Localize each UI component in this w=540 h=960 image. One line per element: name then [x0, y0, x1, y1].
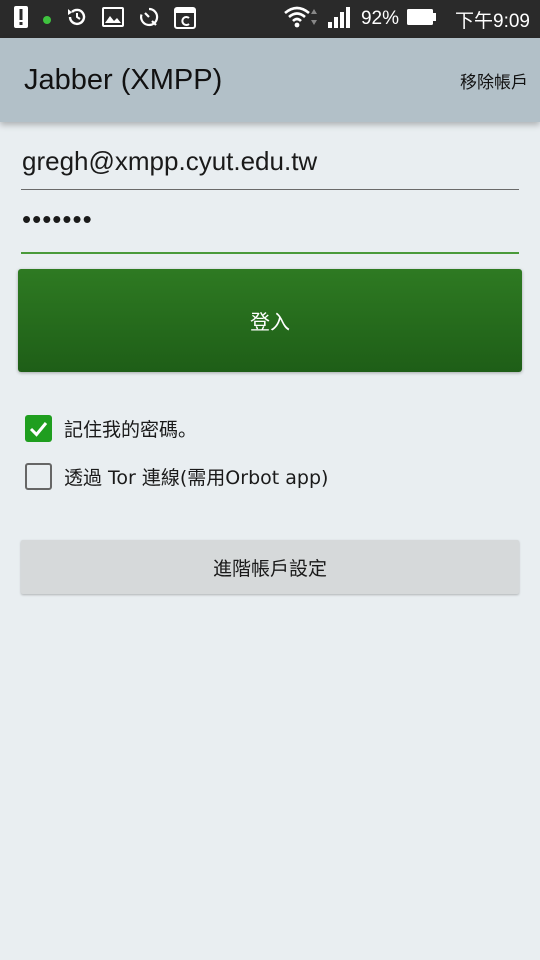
password-underline: [21, 252, 519, 254]
alert-icon: [14, 5, 28, 33]
tor-connection-label: 透過 Tor 連線(需用Orbot app): [64, 467, 329, 489]
page-title: Jabber (XMPP): [24, 63, 223, 96]
login-button[interactable]: 登入: [18, 269, 522, 372]
username-underline: [21, 189, 519, 190]
battery-percent: 92%: [360, 8, 400, 29]
advanced-account-settings-button[interactable]: 進階帳戶設定: [21, 540, 519, 594]
wifi-icon: [283, 5, 319, 33]
username-value: gregh@xmpp.cyut.edu.tw: [22, 146, 318, 176]
signal-icon: [327, 5, 353, 33]
remember-password-row[interactable]: 記住我的密碼。: [25, 415, 197, 442]
notification-dot-icon: [42, 10, 52, 29]
status-bar: 92% 下午9:09: [0, 0, 540, 38]
remove-account-button[interactable]: 移除帳戶: [460, 68, 528, 93]
tor-connection-checkbox[interactable]: [25, 463, 52, 490]
timer-icon: [138, 6, 160, 32]
tor-connection-row[interactable]: 透過 Tor 連線(需用Orbot app): [25, 463, 328, 490]
calendar-icon: [174, 5, 196, 33]
sync-icon: [66, 6, 88, 32]
app-bar: Jabber (XMPP) 移除帳戶: [0, 38, 540, 122]
clock: 下午9:09: [455, 10, 530, 32]
image-icon: [102, 7, 124, 31]
battery-icon: [407, 8, 437, 30]
password-field[interactable]: •••••••: [21, 204, 519, 254]
username-field[interactable]: gregh@xmpp.cyut.edu.tw: [21, 146, 519, 190]
remember-password-checkbox[interactable]: [25, 415, 52, 442]
password-value: •••••••: [22, 204, 93, 234]
remember-password-label: 記住我的密碼。: [64, 419, 198, 441]
checkmark-icon: [29, 422, 48, 437]
